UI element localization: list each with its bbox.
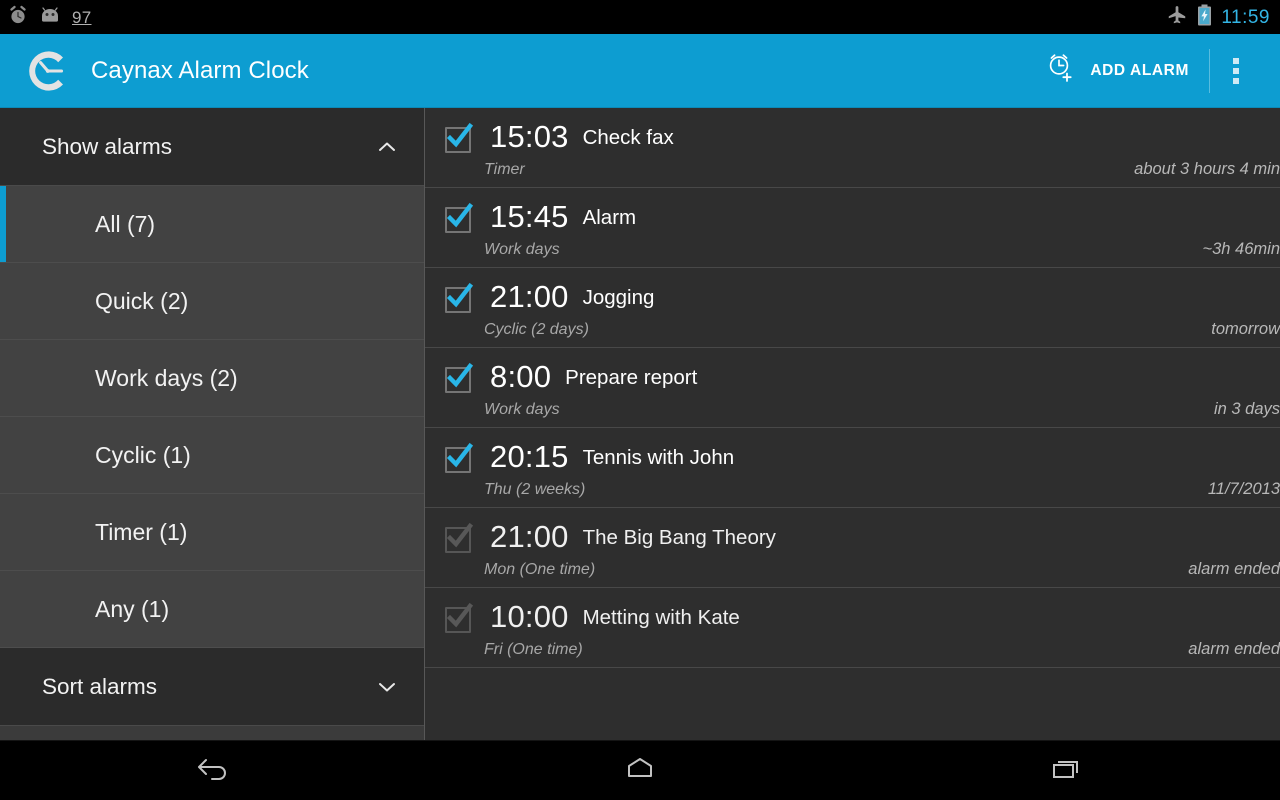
sidebar-item-all[interactable]: All (7) bbox=[0, 186, 424, 263]
app-title: Caynax Alarm Clock bbox=[91, 56, 309, 84]
main-content: Show alarms All (7) Quick (2) Work days … bbox=[0, 108, 1280, 776]
alarm-time: 15:45 bbox=[490, 199, 569, 234]
alarm-schedule: Work days bbox=[484, 241, 560, 258]
alarm-schedule: Timer bbox=[484, 161, 525, 178]
alarm-name: Jogging bbox=[582, 286, 655, 309]
app-logo-icon bbox=[22, 45, 74, 97]
alarm-enabled-checkbox[interactable] bbox=[445, 602, 474, 633]
alarm-time: 21:00 bbox=[490, 279, 569, 314]
alarm-name: Tennis with John bbox=[582, 446, 735, 469]
check-icon bbox=[441, 439, 475, 478]
back-icon bbox=[193, 754, 233, 787]
status-bar: 97 11:59 bbox=[0, 0, 1280, 34]
battery-charging-icon bbox=[1197, 4, 1212, 31]
check-icon bbox=[441, 599, 475, 638]
sidebar-item-label: Work days (2) bbox=[95, 364, 238, 391]
status-bar-clock: 11:59 bbox=[1221, 6, 1270, 28]
nav-back-button[interactable] bbox=[0, 741, 427, 800]
airplane-mode-icon bbox=[1166, 4, 1188, 31]
recents-icon bbox=[1047, 754, 1087, 787]
status-bar-right: 11:59 bbox=[1166, 4, 1270, 31]
alarm-schedule: Mon (One time) bbox=[484, 561, 596, 578]
alarm-name: The Big Bang Theory bbox=[582, 526, 776, 549]
alarm-next-trigger: ~3h 46min bbox=[1202, 240, 1280, 258]
action-bar: Caynax Alarm Clock ADD ALARM bbox=[0, 34, 1280, 108]
table-row[interactable]: 10:00 Metting with Kate Fri (One time) a… bbox=[425, 588, 1280, 668]
sidebar-item-work-days[interactable]: Work days (2) bbox=[0, 340, 424, 417]
alarm-list: 15:03 Check fax Timer about 3 hours 4 mi… bbox=[425, 108, 1280, 740]
alarm-next-trigger: alarm ended bbox=[1188, 560, 1280, 578]
table-row[interactable]: 21:00 Jogging Cyclic (2 days) tomorrow bbox=[425, 268, 1280, 348]
filter-sidebar: Show alarms All (7) Quick (2) Work days … bbox=[0, 108, 425, 776]
sidebar-item-quick[interactable]: Quick (2) bbox=[0, 263, 424, 340]
chevron-up-icon bbox=[376, 136, 398, 158]
sidebar-item-cyclic[interactable]: Cyclic (1) bbox=[0, 417, 424, 494]
sidebar-item-label: All (7) bbox=[95, 210, 156, 237]
sidebar-item-label: Timer (1) bbox=[95, 518, 188, 545]
alarm-time: 15:03 bbox=[490, 119, 569, 154]
overflow-dot bbox=[1233, 67, 1239, 74]
alarm-time: 10:00 bbox=[490, 599, 569, 634]
add-alarm-label: ADD ALARM bbox=[1090, 61, 1189, 79]
check-icon bbox=[441, 359, 475, 398]
table-row[interactable]: 15:03 Check fax Timer about 3 hours 4 mi… bbox=[425, 108, 1280, 188]
battery-percent-label: 97 bbox=[72, 7, 92, 27]
sidebar-item-label: Cyclic (1) bbox=[95, 441, 191, 468]
alarm-enabled-checkbox[interactable] bbox=[445, 522, 474, 553]
nav-home-button[interactable] bbox=[427, 741, 854, 800]
alarm-schedule: Fri (One time) bbox=[484, 641, 583, 658]
home-icon bbox=[620, 754, 660, 787]
sort-alarms-label: Sort alarms bbox=[42, 673, 158, 699]
sort-alarms-section-header[interactable]: Sort alarms bbox=[0, 648, 424, 726]
alarm-name: Metting with Kate bbox=[582, 606, 740, 629]
nav-recents-button[interactable] bbox=[853, 741, 1280, 800]
add-alarm-button[interactable]: ADD ALARM bbox=[1031, 34, 1209, 107]
alarm-time: 20:15 bbox=[490, 439, 569, 474]
alarm-next-trigger: alarm ended bbox=[1188, 640, 1280, 658]
alarm-clock-icon bbox=[8, 5, 28, 30]
android-screen: 97 11:59 Caynax Alarm Clock ADD ALARM Sh… bbox=[0, 0, 1280, 800]
alarm-schedule: Thu (2 weeks) bbox=[484, 481, 586, 498]
alarm-next-trigger: in 3 days bbox=[1213, 400, 1280, 418]
overflow-dot bbox=[1233, 57, 1239, 64]
check-icon bbox=[441, 519, 475, 558]
alarm-enabled-checkbox[interactable] bbox=[445, 282, 474, 313]
alarm-enabled-checkbox[interactable] bbox=[445, 442, 474, 473]
system-navigation-bar bbox=[0, 740, 1280, 800]
table-row[interactable]: 21:00 The Big Bang Theory Mon (One time)… bbox=[425, 508, 1280, 588]
alarm-enabled-checkbox[interactable] bbox=[445, 362, 474, 393]
alarm-schedule: Cyclic (2 days) bbox=[484, 321, 589, 338]
overflow-dot bbox=[1233, 77, 1239, 84]
check-icon bbox=[441, 199, 475, 238]
show-alarms-section-header[interactable]: Show alarms bbox=[0, 108, 424, 186]
status-bar-left: 97 bbox=[8, 5, 92, 30]
overflow-menu-button[interactable] bbox=[1210, 34, 1262, 107]
alarm-next-trigger: about 3 hours 4 min bbox=[1134, 160, 1280, 178]
add-alarm-icon bbox=[1045, 52, 1077, 89]
alarm-schedule: Work days bbox=[484, 401, 560, 418]
alarm-time: 8:00 bbox=[490, 359, 552, 394]
android-robot-icon bbox=[39, 6, 61, 28]
sidebar-item-label: Quick (2) bbox=[95, 287, 189, 314]
alarm-next-trigger: tomorrow bbox=[1211, 320, 1280, 338]
show-alarms-label: Show alarms bbox=[42, 133, 173, 159]
action-bar-actions: ADD ALARM bbox=[1031, 34, 1262, 107]
alarm-time: 21:00 bbox=[490, 519, 569, 554]
table-row[interactable]: 8:00 Prepare report Work days in 3 days bbox=[425, 348, 1280, 428]
table-row[interactable]: 20:15 Tennis with John Thu (2 weeks) 11/… bbox=[425, 428, 1280, 508]
alarm-next-trigger: 11/7/2013 bbox=[1207, 480, 1280, 498]
check-icon bbox=[441, 279, 475, 318]
sidebar-item-label: Any (1) bbox=[95, 595, 170, 622]
alarm-enabled-checkbox[interactable] bbox=[445, 122, 474, 153]
alarm-name: Check fax bbox=[582, 126, 674, 149]
alarm-enabled-checkbox[interactable] bbox=[445, 202, 474, 233]
sidebar-item-any[interactable]: Any (1) bbox=[0, 571, 424, 648]
chevron-down-icon bbox=[376, 676, 398, 698]
check-icon bbox=[441, 119, 475, 158]
sidebar-item-timer[interactable]: Timer (1) bbox=[0, 494, 424, 571]
alarm-name: Alarm bbox=[582, 206, 637, 229]
alarm-name: Prepare report bbox=[565, 366, 698, 389]
table-row[interactable]: 15:45 Alarm Work days ~3h 46min bbox=[425, 188, 1280, 268]
